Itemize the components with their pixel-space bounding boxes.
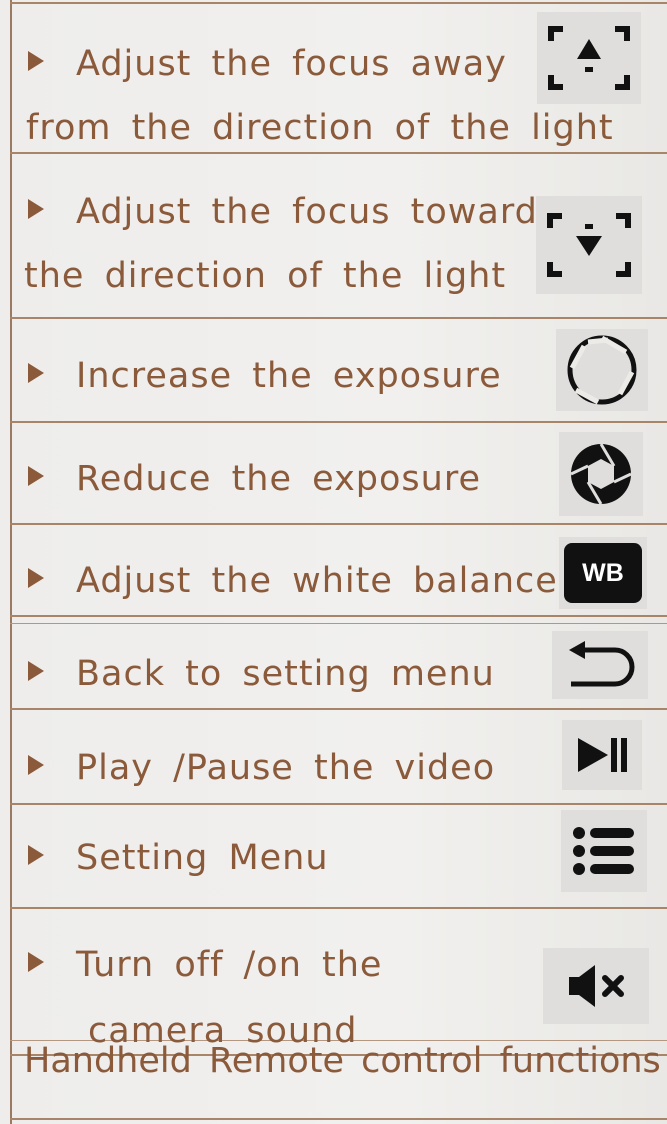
bullet-arrow-icon xyxy=(28,363,44,383)
bullet-arrow-icon xyxy=(28,755,44,775)
back-arrow-icon xyxy=(552,631,648,699)
divider xyxy=(10,615,667,617)
bullet-arrow-icon xyxy=(28,466,44,486)
row-focus-away-line2: from the direction of the light xyxy=(26,108,614,148)
wb-label: WB xyxy=(564,543,642,603)
divider xyxy=(10,907,667,909)
divider xyxy=(10,317,667,319)
row-focus-away-line1: Adjust the focus away xyxy=(24,34,507,94)
row-camera-sound-line1: Turn off /on the xyxy=(24,935,382,995)
bullet-arrow-icon xyxy=(28,199,44,219)
menu-list-icon xyxy=(561,810,647,892)
aperture-closed-icon xyxy=(559,432,643,516)
divider xyxy=(10,421,667,423)
aperture-open-icon xyxy=(556,329,648,411)
bullet-arrow-icon xyxy=(28,568,44,588)
row-focus-towards-line2: the direction of the light xyxy=(24,256,507,296)
divider xyxy=(10,1118,667,1120)
row-reduce-exposure: Reduce the exposure xyxy=(24,449,481,509)
divider xyxy=(10,708,667,710)
bullet-arrow-icon xyxy=(28,51,44,71)
page: Adjust the focus away from the direction… xyxy=(0,0,667,1124)
divider xyxy=(10,623,667,624)
footer-caption: Handheld Remote control functions xyxy=(24,1041,661,1081)
left-border xyxy=(10,0,12,1124)
white-balance-icon: WB xyxy=(559,537,647,609)
mute-icon xyxy=(543,948,649,1024)
row-play-pause: Play /Pause the video xyxy=(24,738,495,798)
divider xyxy=(10,803,667,805)
play-pause-icon xyxy=(562,720,642,790)
divider xyxy=(10,523,667,525)
bullet-arrow-icon xyxy=(28,952,44,972)
bullet-arrow-icon xyxy=(28,845,44,865)
focus-towards-icon xyxy=(536,196,642,294)
row-back-to-menu: Back to setting menu xyxy=(24,644,495,704)
focus-away-icon xyxy=(537,12,641,104)
row-setting-menu: Setting Menu xyxy=(24,828,329,888)
bullet-arrow-icon xyxy=(28,661,44,681)
row-white-balance: Adjust the white balance xyxy=(24,551,558,611)
divider xyxy=(10,2,667,4)
row-increase-exposure: Increase the exposure xyxy=(24,346,502,406)
row-focus-towards-line1: Adjust the focus towards xyxy=(24,182,557,242)
